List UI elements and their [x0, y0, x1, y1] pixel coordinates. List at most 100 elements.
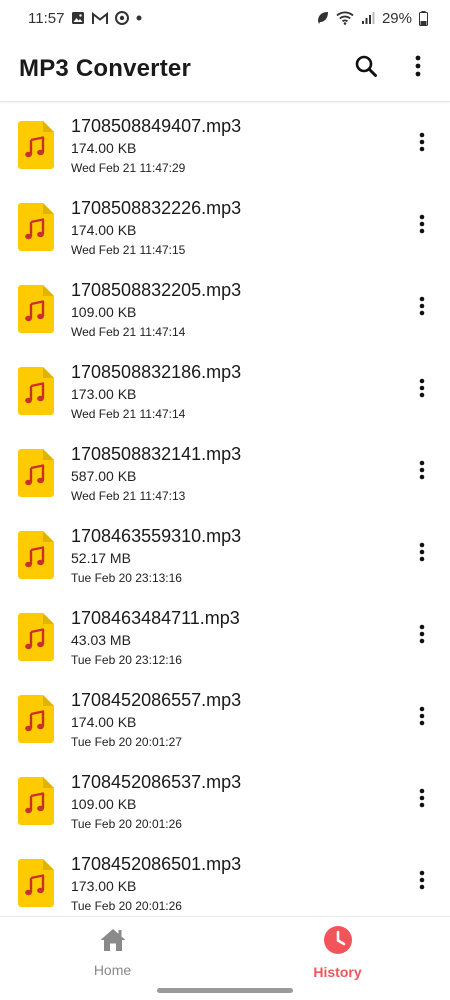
file-list-item[interactable]: 1708463559310.mp3 52.17 MB Tue Feb 20 23… [0, 513, 450, 595]
app-title: MP3 Converter [19, 54, 191, 82]
file-list-item[interactable]: 1708452086537.mp3 109.00 KB Tue Feb 20 2… [0, 759, 450, 841]
audio-file-icon [18, 203, 54, 251]
battery-percent: 29% [381, 9, 412, 27]
file-date: Tue Feb 20 20:01:27 [71, 735, 182, 749]
wifi-icon [336, 11, 354, 25]
file-text: 1708508832205.mp3 109.00 KB Wed Feb 21 1… [71, 279, 241, 340]
file-text: 1708508849407.mp3 174.00 KB Wed Feb 21 1… [71, 115, 241, 176]
search-icon [354, 54, 378, 83]
file-name: 1708508832141.mp3 [71, 444, 242, 464]
nav-history[interactable]: History [225, 917, 450, 986]
file-size: 174.00 KB [71, 714, 137, 730]
file-list-item[interactable]: 1708508832186.mp3 173.00 KB Wed Feb 21 1… [0, 349, 450, 431]
file-options-button[interactable] [406, 290, 438, 326]
file-size: 52.17 MB [71, 550, 131, 566]
gesture-bar[interactable] [157, 988, 293, 993]
more-vert-icon [419, 624, 425, 649]
signal-icon [361, 11, 375, 25]
file-options-button[interactable] [406, 454, 438, 490]
file-text: 1708452086537.mp3 109.00 KB Tue Feb 20 2… [71, 771, 241, 832]
more-vert-icon [415, 55, 421, 82]
file-list-item[interactable]: 1708463484711.mp3 43.03 MB Tue Feb 20 23… [0, 595, 450, 677]
nav-home-label: Home [93, 962, 132, 978]
file-name: 1708508849407.mp3 [71, 116, 242, 136]
audio-file-icon [18, 859, 54, 907]
file-size: 587.00 KB [71, 468, 137, 484]
battery-icon [419, 10, 428, 26]
audio-file-icon [18, 531, 54, 579]
leaf-icon [317, 11, 329, 25]
file-list-item[interactable]: 1708508832205.mp3 109.00 KB Wed Feb 21 1… [0, 267, 450, 349]
file-name: 1708463559310.mp3 [71, 526, 242, 546]
file-name: 1708452086557.mp3 [71, 690, 242, 710]
more-vert-icon [419, 706, 425, 731]
more-vert-icon [419, 214, 425, 239]
file-text: 1708452086501.mp3 173.00 KB Tue Feb 20 2… [71, 853, 241, 914]
file-list-item[interactable]: 1708452086501.mp3 173.00 KB Tue Feb 20 2… [0, 841, 450, 915]
file-name: 1708508832226.mp3 [71, 198, 242, 218]
file-options-button[interactable] [406, 864, 438, 900]
status-bar: 11:57 29% [0, 0, 450, 36]
more-vert-icon [419, 870, 425, 895]
file-list: 1708508849407.mp3 174.00 KB Wed Feb 21 1… [0, 103, 450, 915]
file-size: 174.00 KB [71, 140, 137, 156]
file-date: Tue Feb 20 20:01:26 [71, 899, 182, 913]
status-right: 29% [317, 10, 428, 27]
file-date: Wed Feb 21 11:47:15 [71, 243, 186, 257]
app-actions [348, 51, 436, 87]
file-date: Tue Feb 20 20:01:26 [71, 817, 182, 831]
audio-file-icon [18, 777, 54, 825]
file-list-item[interactable]: 1708452086557.mp3 174.00 KB Tue Feb 20 2… [0, 677, 450, 759]
file-text: 1708452086557.mp3 174.00 KB Tue Feb 20 2… [71, 689, 241, 750]
file-options-button[interactable] [406, 700, 438, 736]
file-list-item[interactable]: 1708508832141.mp3 587.00 KB Wed Feb 21 1… [0, 431, 450, 513]
nav-history-label: History [313, 964, 362, 980]
home-icon [99, 927, 127, 958]
file-text: 1708508832226.mp3 174.00 KB Wed Feb 21 1… [71, 197, 241, 258]
search-button[interactable] [348, 51, 384, 87]
file-size: 109.00 KB [71, 796, 137, 812]
more-vert-icon [419, 378, 425, 403]
file-options-button[interactable] [406, 126, 438, 162]
file-text: 1708463484711.mp3 43.03 MB Tue Feb 20 23… [71, 607, 240, 668]
file-size: 109.00 KB [71, 304, 137, 320]
app-bar: MP3 Converter [0, 36, 450, 102]
history-clock-icon [323, 925, 353, 960]
file-date: Wed Feb 21 11:47:29 [71, 161, 186, 175]
file-text: 1708463559310.mp3 52.17 MB Tue Feb 20 23… [71, 525, 241, 586]
audio-file-icon [18, 449, 54, 497]
gmail-icon [92, 11, 109, 25]
file-list-item[interactable]: 1708508832226.mp3 174.00 KB Wed Feb 21 1… [0, 185, 450, 267]
file-options-button[interactable] [406, 536, 438, 572]
file-options-button[interactable] [406, 208, 438, 244]
audio-file-icon [18, 367, 54, 415]
file-options-button[interactable] [406, 782, 438, 818]
file-name: 1708463484711.mp3 [71, 608, 240, 628]
file-size: 173.00 KB [71, 878, 137, 894]
nav-home[interactable]: Home [0, 917, 225, 986]
image-icon [71, 11, 85, 25]
file-options-button[interactable] [406, 372, 438, 408]
file-name: 1708508832205.mp3 [71, 280, 242, 300]
audio-file-icon [18, 613, 54, 661]
status-left: 11:57 [28, 10, 142, 27]
audio-file-icon [18, 121, 54, 169]
file-list-item[interactable]: 1708508849407.mp3 174.00 KB Wed Feb 21 1… [0, 103, 450, 185]
file-date: Tue Feb 20 23:13:16 [71, 571, 182, 585]
more-vert-icon [419, 296, 425, 321]
more-vert-icon [419, 460, 425, 485]
file-date: Wed Feb 21 11:47:13 [71, 489, 186, 503]
audio-file-icon [18, 695, 54, 743]
file-name: 1708508832186.mp3 [71, 362, 242, 382]
file-date: Wed Feb 21 11:47:14 [71, 407, 186, 421]
file-options-button[interactable] [406, 618, 438, 654]
audio-file-icon [18, 285, 54, 333]
file-text: 1708508832186.mp3 173.00 KB Wed Feb 21 1… [71, 361, 241, 422]
status-time: 11:57 [28, 9, 65, 27]
overflow-menu-button[interactable] [400, 51, 436, 87]
more-vert-icon [419, 788, 425, 813]
file-name: 1708452086537.mp3 [71, 772, 242, 792]
file-size: 43.03 MB [71, 632, 131, 648]
more-vert-icon [419, 132, 425, 157]
bottom-navigation: Home History [0, 916, 450, 986]
